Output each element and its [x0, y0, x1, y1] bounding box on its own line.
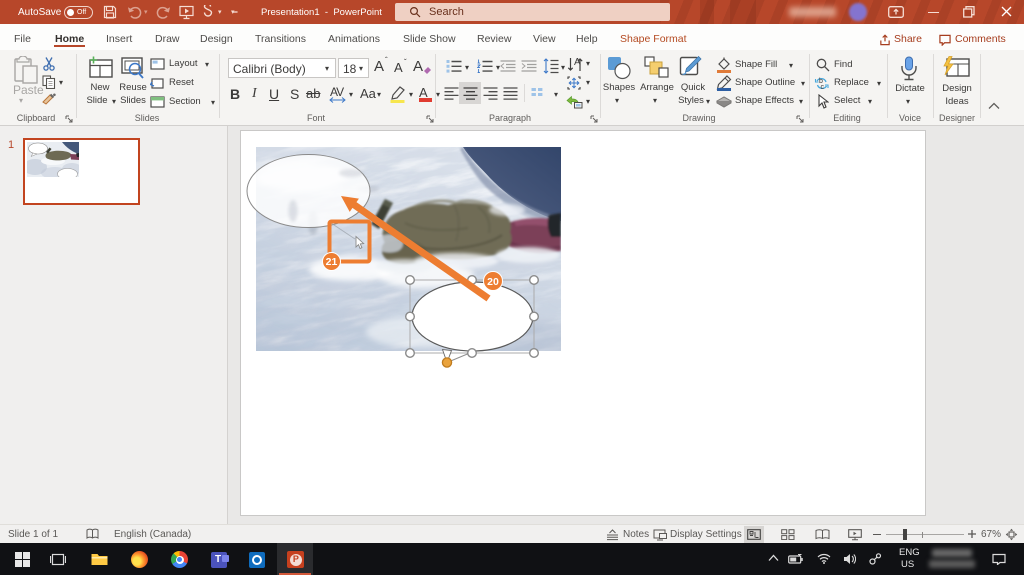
svg-text:c: c	[821, 84, 825, 91]
svg-text:20: 20	[487, 276, 499, 288]
svg-text:21: 21	[326, 256, 338, 268]
